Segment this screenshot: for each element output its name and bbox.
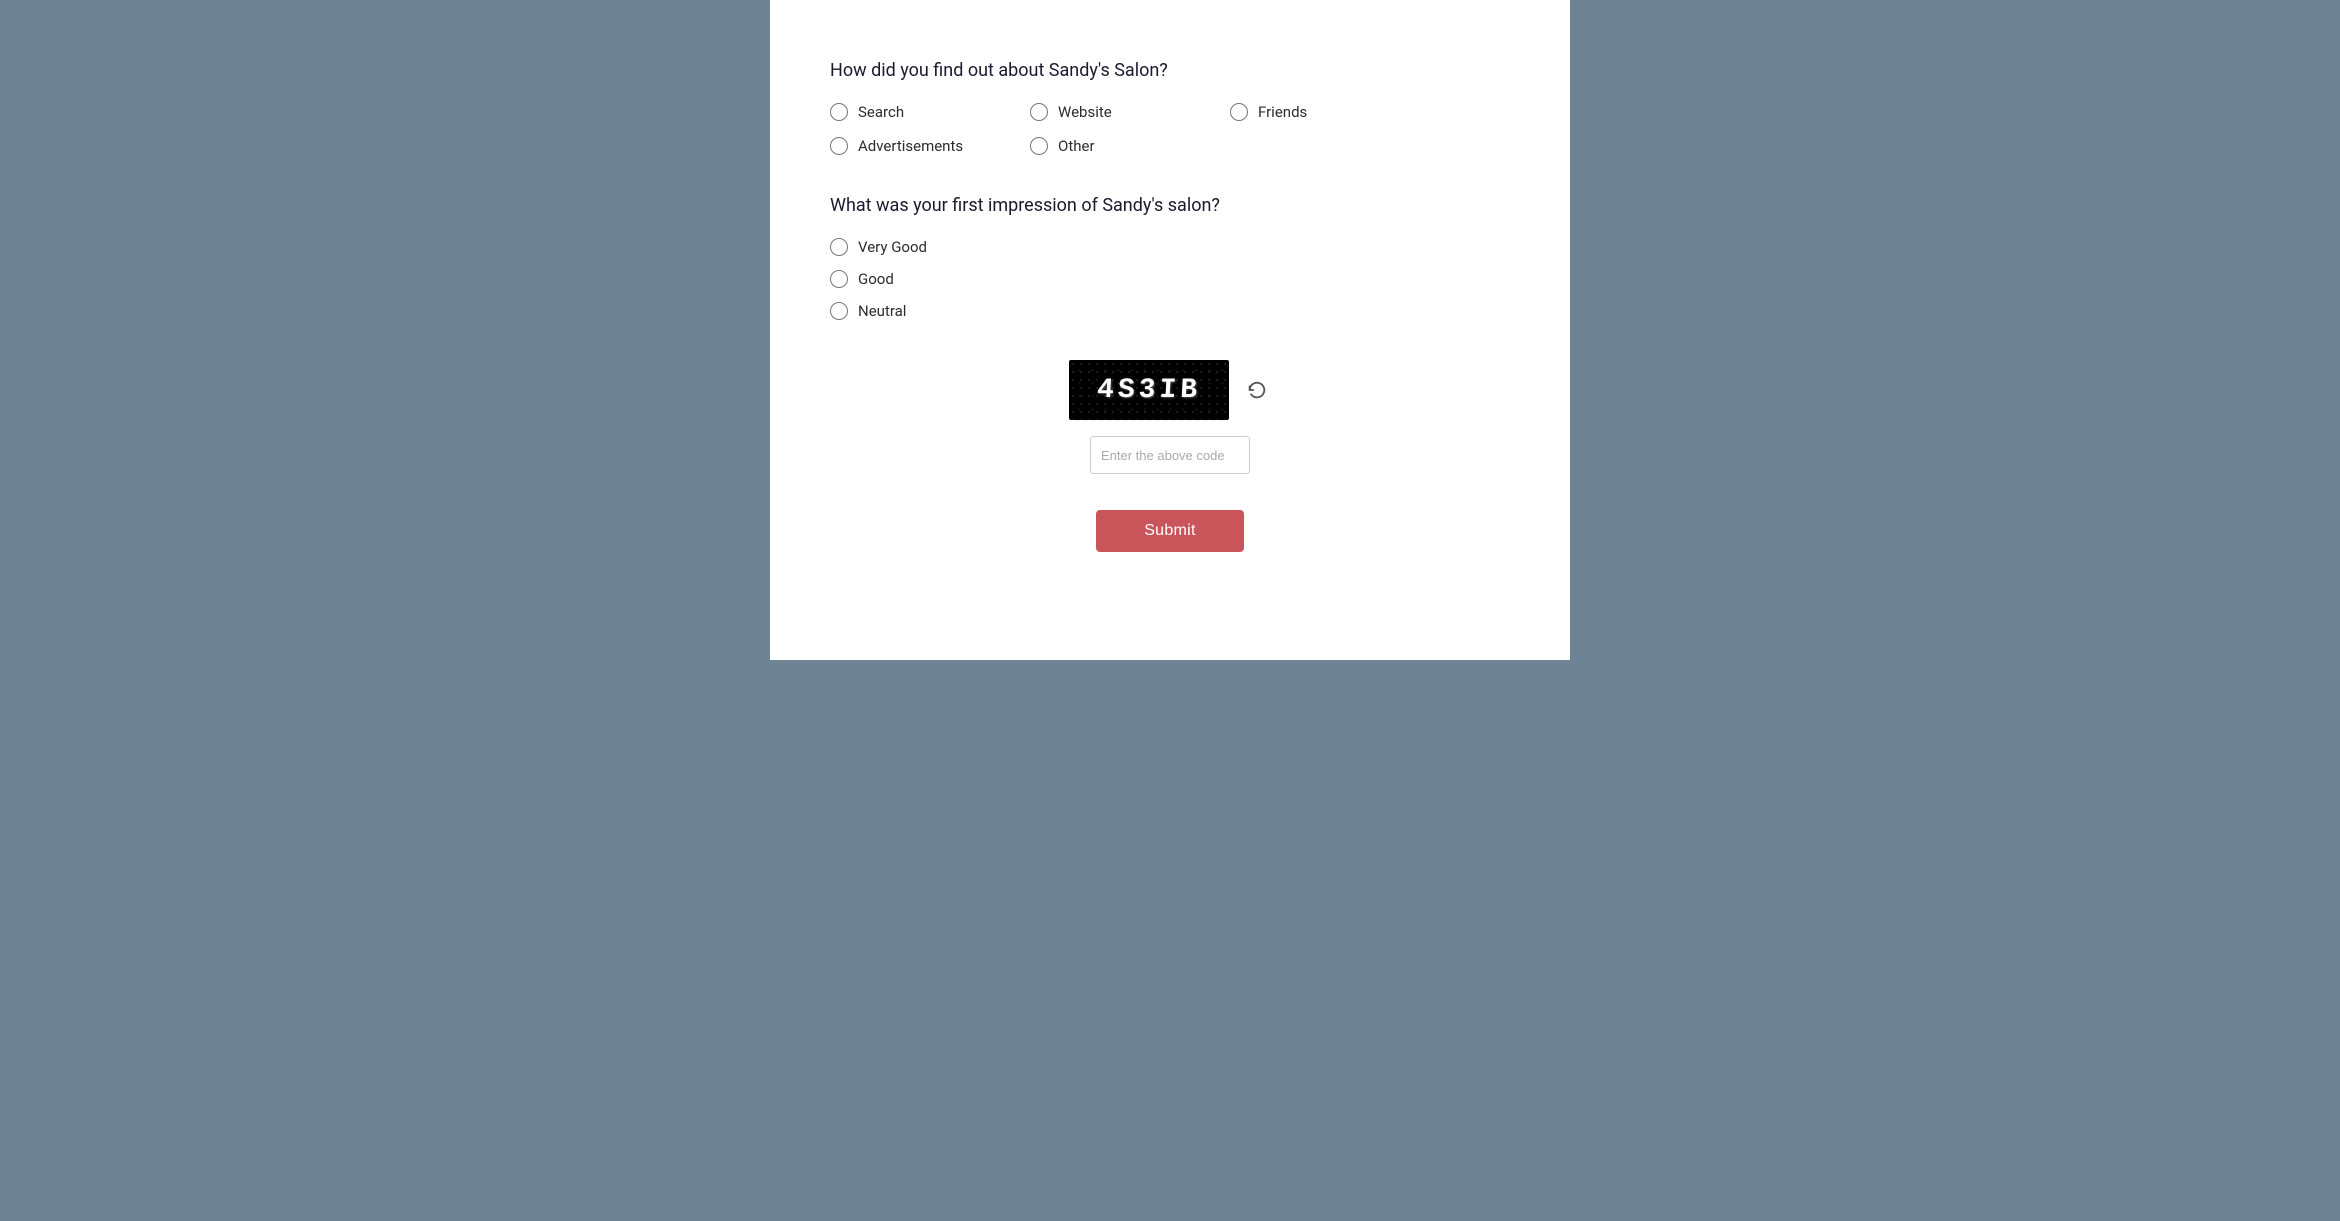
- captcha-image: 4S3IB: [1069, 360, 1229, 420]
- label-good: Good: [858, 270, 894, 288]
- captcha-row: 4S3IB: [1069, 360, 1271, 420]
- submit-section: Submit: [1096, 510, 1244, 552]
- label-neutral: Neutral: [858, 302, 906, 320]
- radio-neutral[interactable]: [830, 302, 848, 320]
- form-container: How did you find out about Sandy's Salon…: [770, 0, 1570, 660]
- captcha-input[interactable]: [1090, 436, 1250, 474]
- label-search: Search: [858, 103, 904, 121]
- label-friends: Friends: [1258, 103, 1307, 121]
- question-1-title: How did you find out about Sandy's Salon…: [830, 60, 1510, 81]
- submit-button[interactable]: Submit: [1096, 510, 1244, 552]
- question-1-options: Search Website Friends Advertisements Ot…: [830, 103, 1510, 155]
- radio-good[interactable]: [830, 270, 848, 288]
- radio-search[interactable]: [830, 103, 848, 121]
- option-neutral[interactable]: Neutral: [830, 302, 1510, 320]
- option-friends[interactable]: Friends: [1230, 103, 1430, 121]
- option-very-good[interactable]: Very Good: [830, 238, 1510, 256]
- label-other: Other: [1058, 137, 1095, 155]
- option-other[interactable]: Other: [1030, 137, 1230, 155]
- refresh-icon: [1246, 379, 1268, 401]
- option-good[interactable]: Good: [830, 270, 1510, 288]
- question-2-title: What was your first impression of Sandy'…: [830, 195, 1510, 216]
- radio-other[interactable]: [1030, 137, 1048, 155]
- radio-friends[interactable]: [1230, 103, 1248, 121]
- question-1-section: How did you find out about Sandy's Salon…: [830, 60, 1510, 155]
- label-website: Website: [1058, 103, 1112, 121]
- radio-website[interactable]: [1030, 103, 1048, 121]
- radio-advertisements[interactable]: [830, 137, 848, 155]
- label-advertisements: Advertisements: [858, 137, 963, 155]
- option-website[interactable]: Website: [1030, 103, 1230, 121]
- question-2-section: What was your first impression of Sandy'…: [830, 195, 1510, 320]
- page-wrapper: How did you find out about Sandy's Salon…: [0, 0, 2340, 1221]
- question-2-options: Very Good Good Neutral: [830, 238, 1510, 320]
- option-search[interactable]: Search: [830, 103, 1030, 121]
- radio-very-good[interactable]: [830, 238, 848, 256]
- option-advertisements[interactable]: Advertisements: [830, 137, 1030, 155]
- captcha-section: 4S3IB Submit: [830, 360, 1510, 552]
- captcha-code: 4S3IB: [1096, 375, 1202, 406]
- label-very-good: Very Good: [858, 238, 927, 256]
- refresh-captcha-button[interactable]: [1243, 376, 1271, 404]
